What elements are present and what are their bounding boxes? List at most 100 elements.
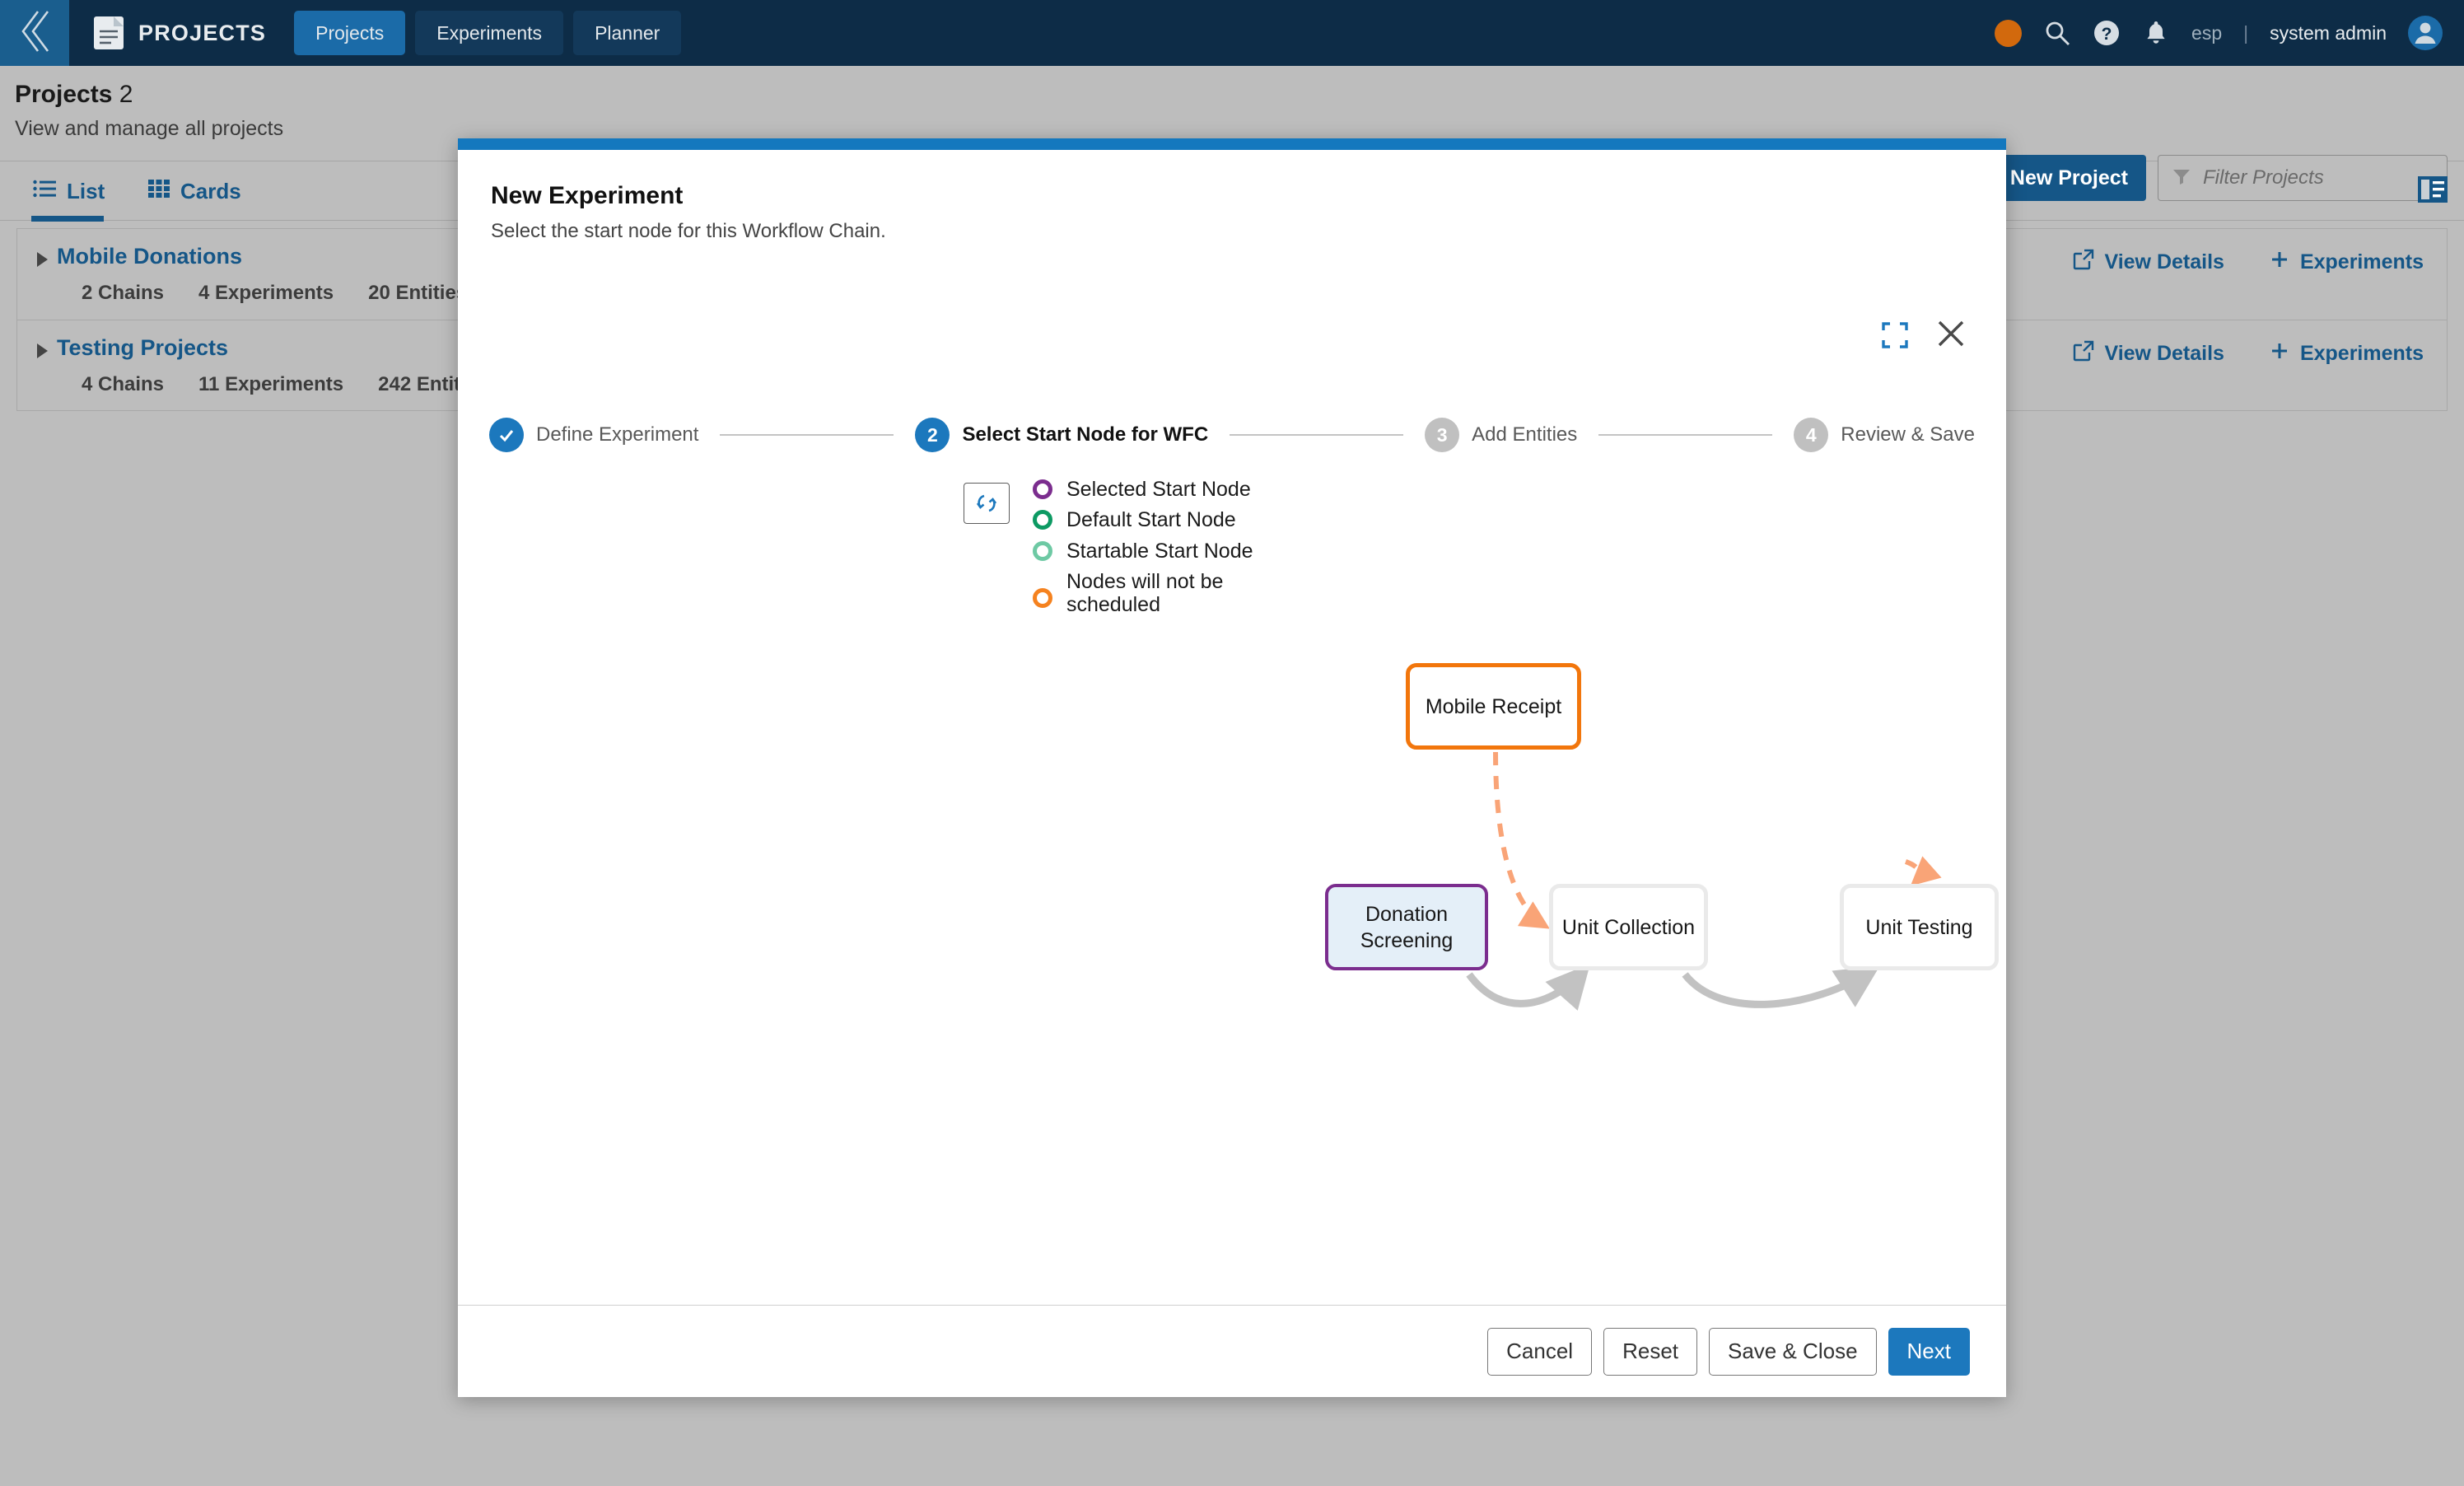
tab-list-label: List <box>67 178 105 203</box>
add-experiments-label: Experiments <box>2299 342 2424 365</box>
plus-icon <box>2269 249 2290 276</box>
step-define-experiment[interactable]: Define Experiment <box>489 418 698 452</box>
project-chains-count: 4 Chains <box>82 373 165 395</box>
tab-list-view[interactable]: List <box>33 171 105 211</box>
step-connector <box>1230 434 1404 436</box>
view-details-link[interactable]: View Details <box>2073 249 2224 276</box>
cancel-button[interactable]: Cancel <box>1487 1327 1593 1376</box>
expand-caret-icon[interactable] <box>37 252 48 267</box>
workflow-node-mobile-receipt[interactable]: Mobile Receipt <box>1406 663 1581 750</box>
search-icon[interactable] <box>2043 19 2071 47</box>
project-row-actions: View Details Experiments <box>2073 249 2424 276</box>
legend-item-startable: Startable Start Node <box>1033 540 1272 563</box>
nav-tab-experiments-label: Experiments <box>436 21 543 44</box>
legend-ring-icon <box>1033 587 1052 608</box>
step-connector <box>1598 434 1773 436</box>
step-2-label: Select Start Node for WFC <box>962 423 1209 446</box>
modal-overlay: New Experiment Select the start node for… <box>0 0 2464 1486</box>
legend-item-selected: Selected Start Node <box>1033 478 1272 501</box>
add-experiments-link[interactable]: Experiments <box>2269 340 2424 367</box>
step-4-label: Review & Save <box>1841 423 1976 446</box>
edge-external-to-unit-testing <box>1904 856 1942 886</box>
refresh-layout-icon[interactable] <box>964 483 1010 524</box>
project-name-link[interactable]: Testing Projects <box>57 335 228 361</box>
edge-unit-collection-to-unit-testing <box>1682 965 1880 1008</box>
project-stats: 2 Chains 4 Experiments 20 Entities <box>82 282 467 305</box>
project-name-link[interactable]: Mobile Donations <box>57 244 242 269</box>
dialog-title: New Experiment <box>491 182 684 209</box>
step-select-start-node[interactable]: 2 Select Start Node for WFC <box>915 418 1208 452</box>
active-tab-underline <box>31 216 104 222</box>
top-nav-tabs: Projects Experiments Planner <box>294 11 682 55</box>
status-indicator-dot[interactable] <box>1995 19 2023 47</box>
page-title-text: Projects <box>15 81 113 108</box>
workflow-edges <box>1466 751 1942 1011</box>
bell-icon[interactable] <box>2142 19 2170 47</box>
user-avatar-icon[interactable] <box>2408 16 2443 50</box>
svg-text:?: ? <box>2102 25 2112 44</box>
edge-mobile-receipt-to-unit-collection <box>1493 751 1550 929</box>
legend-label: Default Start Node <box>1066 508 1236 532</box>
reset-button[interactable]: Reset <box>1603 1327 1697 1376</box>
close-icon[interactable] <box>1935 318 1967 353</box>
workflow-node-label: Unit Testing <box>1865 915 1973 939</box>
back-button[interactable] <box>0 0 69 66</box>
nav-tab-projects[interactable]: Projects <box>294 11 406 55</box>
user-name-label[interactable]: system admin <box>2270 22 2387 44</box>
diagram-legend: Selected Start Node Default Start Node S… <box>964 478 1272 624</box>
document-icon <box>92 15 125 51</box>
legend-items: Selected Start Node Default Start Node S… <box>1033 478 1272 616</box>
workflow-node-unit-testing[interactable]: Unit Testing <box>1840 884 1999 970</box>
legend-ring-icon <box>1033 540 1052 561</box>
legend-label: Nodes will not be scheduled <box>1066 569 1224 616</box>
step-1-indicator <box>489 418 524 452</box>
tab-cards-view[interactable]: Cards <box>148 171 241 211</box>
legend-ring-icon <box>1033 510 1052 530</box>
step-add-entities[interactable]: 3 Add Entities <box>1425 418 1577 452</box>
grid-icon <box>148 179 170 204</box>
legend-label: Selected Start Node <box>1066 478 1251 501</box>
dialog-footer: Cancel Reset Save & Close Next <box>458 1305 2006 1397</box>
top-navigation-bar: PROJECTS Projects Experiments Planner ? … <box>0 0 2464 66</box>
language-label[interactable]: esp <box>2191 22 2222 44</box>
add-experiments-link[interactable]: Experiments <box>2269 249 2424 276</box>
dialog-subtitle: Select the start node for this Workflow … <box>491 220 886 242</box>
workflow-node-label: Donation Screening <box>1360 902 1454 952</box>
view-details-label: View Details <box>2104 250 2224 273</box>
workflow-node-donation-screening[interactable]: Donation Screening <box>1325 884 1488 970</box>
nav-tab-experiments[interactable]: Experiments <box>415 11 564 55</box>
help-icon[interactable]: ? <box>2093 19 2121 47</box>
app-brand-label: PROJECTS <box>138 20 267 45</box>
project-entities-count: 20 Entities <box>368 282 468 304</box>
legend-ring-icon <box>1033 479 1052 500</box>
step-connector <box>720 434 894 436</box>
nav-tab-planner[interactable]: Planner <box>573 11 682 55</box>
list-icon <box>33 179 56 204</box>
nav-tab-projects-label: Projects <box>315 21 385 44</box>
tab-cards-label: Cards <box>180 178 241 203</box>
legend-label: Startable Start Node <box>1066 539 1253 563</box>
dialog-accent-bar <box>458 138 2006 150</box>
next-button[interactable]: Next <box>1888 1327 1970 1376</box>
external-link-icon <box>2073 340 2094 367</box>
workflow-node-label: Mobile Receipt <box>1425 694 1562 718</box>
edge-donation-screening-to-unit-collection <box>1466 964 1590 1011</box>
legend-item-default: Default Start Node <box>1033 508 1272 531</box>
view-details-link[interactable]: View Details <box>2073 340 2224 367</box>
workflow-node-unit-collection[interactable]: Unit Collection <box>1549 884 1708 970</box>
side-panel-icon[interactable] <box>2415 171 2451 212</box>
step-4-indicator: 4 <box>1794 418 1829 452</box>
save-and-close-button[interactable]: Save & Close <box>1709 1327 1877 1376</box>
project-experiments-count: 4 Experiments <box>198 282 334 304</box>
workflow-node-label: Unit Collection <box>1561 915 1696 939</box>
step-2-indicator: 2 <box>915 418 950 452</box>
nav-tab-planner-label: Planner <box>595 21 660 44</box>
step-3-indicator: 3 <box>1425 418 1460 452</box>
step-review-save[interactable]: 4 Review & Save <box>1794 418 1975 452</box>
expand-icon[interactable] <box>1881 321 1909 353</box>
view-details-label: View Details <box>2104 342 2224 365</box>
project-row-actions: View Details Experiments <box>2073 340 2424 367</box>
expand-caret-icon[interactable] <box>37 343 48 358</box>
project-chains-count: 2 Chains <box>82 282 165 304</box>
plus-icon <box>2269 340 2290 367</box>
